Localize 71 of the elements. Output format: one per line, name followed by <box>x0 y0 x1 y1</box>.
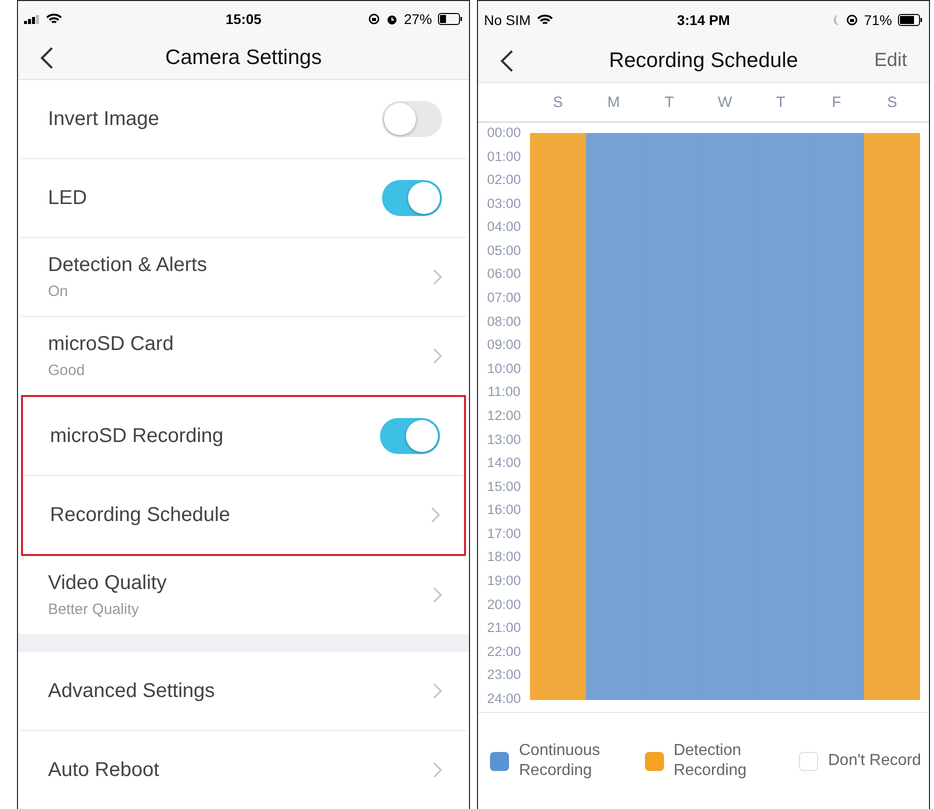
day-label: T <box>775 94 786 110</box>
settings-row[interactable]: Video Quality Better Quality <box>21 556 466 634</box>
hour-label: 13:00 <box>486 432 522 447</box>
rotation-lock-icon <box>368 13 380 26</box>
hour-label: 12:00 <box>486 408 522 423</box>
hour-label: 09:00 <box>486 338 522 352</box>
hour-label: 21:00 <box>486 621 522 636</box>
hour-label: 14:00 <box>486 456 522 470</box>
back-icon[interactable] <box>500 48 514 72</box>
day-label: W <box>716 94 734 110</box>
hour-label: 16:00 <box>486 503 522 518</box>
hour-label: 01:00 <box>486 150 522 164</box>
hour-label: 15:00 <box>486 480 522 494</box>
chevron-icon <box>433 348 442 364</box>
legend-label: Detection Recording <box>674 741 748 781</box>
hour-label: 23:00 <box>486 668 522 682</box>
wifi-icon <box>536 14 553 26</box>
settings-row[interactable]: Recording Schedule <box>23 476 464 554</box>
toggle-switch[interactable] <box>382 180 442 216</box>
wifi-icon <box>46 13 62 26</box>
battery-icon <box>438 13 463 26</box>
chevron-icon <box>433 269 442 285</box>
settings-row[interactable]: Invert Image <box>21 80 466 159</box>
chevron-icon <box>433 762 442 778</box>
hour-label: 18:00 <box>486 550 522 564</box>
hour-label: 22:00 <box>486 644 522 659</box>
hour-label: 02:00 <box>486 173 522 188</box>
nav-title: Camera Settings <box>165 46 322 70</box>
hour-label: 11:00 <box>486 385 522 400</box>
settings-row[interactable]: Auto Reboot <box>21 731 466 809</box>
battery-icon <box>898 14 923 26</box>
hour-label: 06:00 <box>486 267 522 282</box>
battery-percent: 71% <box>864 12 892 28</box>
settings-row[interactable]: Detection & Alerts On <box>21 238 466 317</box>
hour-label: 08:00 <box>486 314 522 329</box>
day-label: M <box>606 94 621 110</box>
settings-row[interactable]: microSD Recording <box>23 397 464 476</box>
rotation-lock-icon <box>846 14 858 26</box>
hour-label: 20:00 <box>486 598 522 612</box>
hour-label: 07:00 <box>486 291 522 306</box>
legend-label: Continuous Recording <box>519 741 601 781</box>
edit-button[interactable]: Edit <box>874 50 907 72</box>
back-icon[interactable] <box>40 46 54 70</box>
hour-label: 03:00 <box>486 196 522 211</box>
settings-row[interactable]: Advanced Settings <box>21 652 466 731</box>
toggle-switch[interactable] <box>382 101 442 137</box>
battery-percent: 27% <box>404 11 432 28</box>
signal-icon <box>24 14 40 24</box>
chevron-icon <box>433 683 442 699</box>
day-label: T <box>664 94 675 110</box>
hour-label: 10:00 <box>486 362 522 376</box>
chevron-icon <box>433 587 442 603</box>
carrier-label: No SIM <box>484 12 531 28</box>
hour-label: 17:00 <box>486 526 522 541</box>
day-label: S <box>552 94 564 110</box>
nav-title: Recording Schedule <box>608 48 798 72</box>
settings-row[interactable]: LED <box>21 159 466 238</box>
alarm-icon <box>386 13 398 26</box>
chevron-icon <box>431 507 440 523</box>
settings-row[interactable]: microSD Card Good <box>21 317 466 395</box>
toggle-switch[interactable] <box>380 418 440 454</box>
legend-label: Don't Record <box>828 751 921 771</box>
day-label: F <box>830 94 842 110</box>
hour-label: 00:00 <box>486 126 522 140</box>
day-label: S <box>886 94 898 110</box>
hour-label: 24:00 <box>486 692 522 706</box>
hour-label: 04:00 <box>486 220 522 234</box>
hour-label: 19:00 <box>486 574 522 588</box>
status-time: 15:05 <box>226 11 262 28</box>
hour-label: 05:00 <box>486 244 522 258</box>
status-time: 3:14 PM <box>677 12 730 28</box>
